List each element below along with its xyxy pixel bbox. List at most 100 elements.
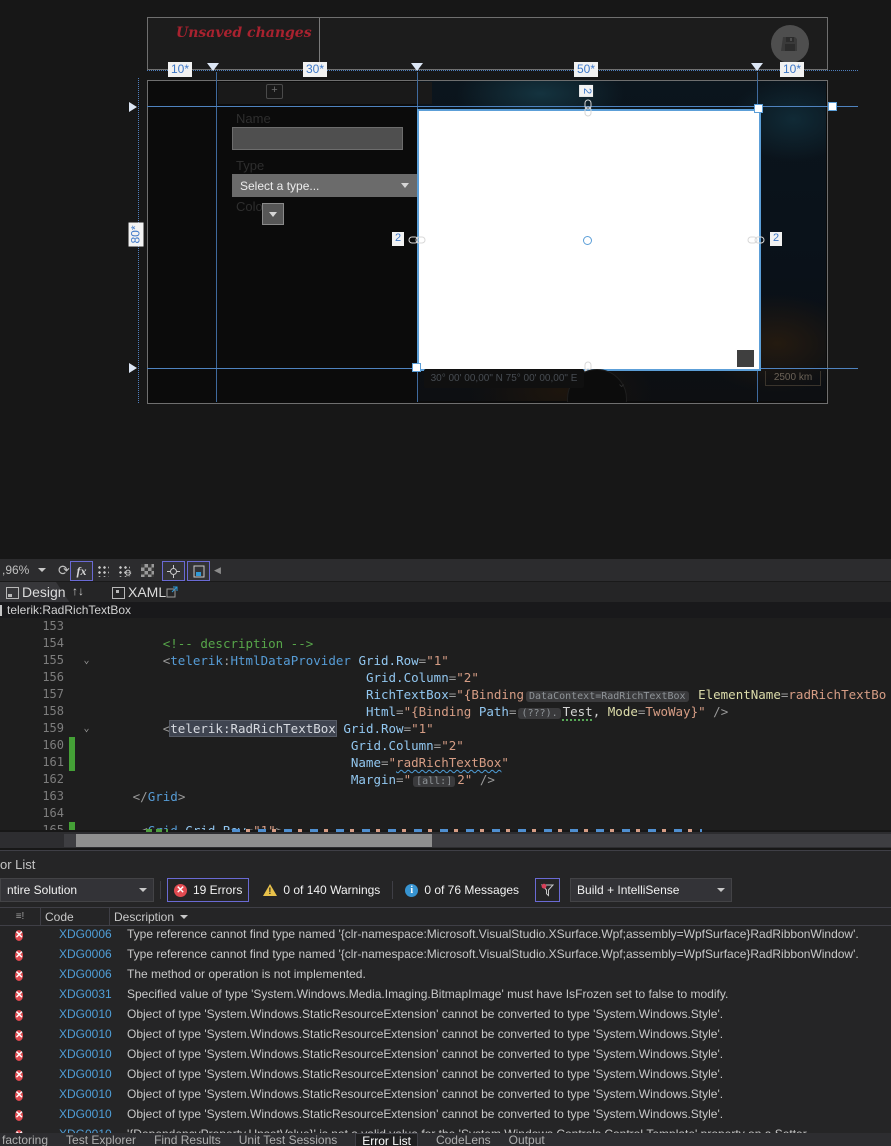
- code-line-158[interactable]: 158 Html="{Binding Path= (???). Test, Mode…: [0, 703, 891, 720]
- save-button[interactable]: [771, 25, 809, 63]
- margin-chain-icon[interactable]: [747, 234, 765, 246]
- error-code[interactable]: XDG0006: [55, 947, 123, 961]
- bottom-tab-test-explorer[interactable]: Test Explorer: [66, 1133, 136, 1146]
- error-row[interactable]: ✕ XDG0006 The method or operation is not i…: [0, 964, 891, 984]
- type-combobox-text: Select a type...: [240, 178, 320, 193]
- error-code[interactable]: XDG0010: [55, 1047, 123, 1061]
- error-row[interactable]: ✕ XDG0031 Specified value of type 'System.…: [0, 984, 891, 1004]
- color-dropdown-button[interactable]: [262, 203, 284, 225]
- popout-icon[interactable]: [166, 586, 179, 598]
- row-height-badge[interactable]: 80*: [128, 222, 144, 247]
- row-splitter-handle[interactable]: [129, 363, 137, 373]
- fold-chevron-icon[interactable]: ⌄: [78, 822, 95, 830]
- tab-design[interactable]: Design: [22, 584, 66, 600]
- filter-button[interactable]: [535, 878, 561, 902]
- code-line-154[interactable]: 154 <!-- description -->: [0, 635, 891, 652]
- refresh-icon[interactable]: ⟳: [58, 561, 70, 579]
- column-splitter-handle[interactable]: [751, 63, 763, 71]
- error-row[interactable]: ✕ XDG0010 Object of type 'System.Windows.S…: [0, 1064, 891, 1084]
- margin-chain-icon[interactable]: [408, 234, 426, 246]
- error-code[interactable]: XDG0010: [55, 1107, 123, 1121]
- code-line-162[interactable]: 162 Margin=" [all:] 2" />: [0, 771, 891, 788]
- tab-xaml[interactable]: XAML: [128, 584, 166, 600]
- margin-badge[interactable]: 2: [392, 232, 405, 246]
- selection-handle[interactable]: [828, 102, 837, 111]
- column-width-badge[interactable]: 50*: [574, 62, 599, 77]
- snaplines-toggle-button[interactable]: [162, 561, 185, 581]
- fold-chevron-icon: [78, 669, 95, 686]
- messages-filter-button[interactable]: i 0 of 76 Messages: [399, 879, 525, 901]
- snap-grid-settings-icon[interactable]: ⚙: [117, 561, 132, 579]
- type-combobox[interactable]: Select a type...: [232, 174, 417, 197]
- description-column-header[interactable]: Description: [110, 908, 891, 925]
- code-line-159[interactable]: 159 ⌄ <telerik:RadRichTextBox Grid.Row="1…: [0, 720, 891, 737]
- bottom-tab-unit-test-sessions[interactable]: Unit Test Sessions: [239, 1133, 338, 1146]
- scope-dropdown[interactable]: ntire Solution: [0, 878, 154, 902]
- change-bar: [69, 720, 75, 737]
- error-code[interactable]: XDG0006: [55, 967, 123, 981]
- code-line-155[interactable]: 155 ⌄ <telerik:HtmlDataProvider Grid.Row=…: [0, 652, 891, 669]
- collapse-left-icon[interactable]: ◀: [214, 561, 221, 579]
- code-line-164[interactable]: 164: [0, 805, 891, 822]
- column-width-badge[interactable]: 30*: [303, 62, 328, 77]
- code-line-156[interactable]: 156 Grid.Column="2": [0, 669, 891, 686]
- column-splitter-handle[interactable]: [207, 63, 219, 71]
- error-row[interactable]: ✕ XDG0010 Object of type 'System.Windows.S…: [0, 1004, 891, 1024]
- source-dropdown[interactable]: Build + IntelliSense: [570, 878, 733, 902]
- zoom-dropdown-caret[interactable]: [38, 561, 46, 579]
- code-line-163[interactable]: 163 </Grid>: [0, 788, 891, 805]
- error-code[interactable]: XDG0031: [55, 987, 123, 1001]
- margin-badge[interactable]: 2: [770, 232, 783, 246]
- breadcrumb[interactable]: telerik:RadRichTextBox: [7, 603, 131, 617]
- resize-grip[interactable]: [737, 350, 754, 367]
- error-row[interactable]: ✕ XDG0006 Type reference cannot find type …: [0, 944, 891, 964]
- code-line-157[interactable]: 157 RichTextBox="{Binding DataContext=Rad…: [0, 686, 891, 703]
- fold-chevron-icon[interactable]: ⌄: [78, 652, 95, 669]
- error-row[interactable]: ✕ XDG0010 Object of type 'System.Windows.S…: [0, 1044, 891, 1064]
- code-line-153[interactable]: 153: [0, 618, 891, 635]
- show-grid-icon[interactable]: [96, 561, 109, 579]
- column-width-badge[interactable]: 10*: [780, 62, 805, 77]
- fold-chevron-icon[interactable]: ⌄: [78, 720, 95, 737]
- designed-ribbon-area[interactable]: Unsaved changes: [147, 17, 828, 70]
- swap-panes-icon[interactable]: ↑↓: [72, 584, 84, 598]
- error-row[interactable]: ✕XDG0010'{DependencyProperty.UnsetValue}…: [0, 1124, 891, 1133]
- selection-handle[interactable]: [754, 104, 763, 113]
- fx-icon: fx: [76, 563, 87, 578]
- name-textbox[interactable]: [232, 127, 403, 150]
- code-column-header[interactable]: Code: [41, 908, 110, 925]
- bottom-tab-output[interactable]: Output: [509, 1133, 545, 1146]
- error-code[interactable]: XDG0010: [55, 1007, 123, 1021]
- code-line-160[interactable]: 160 Grid.Column="2": [0, 737, 891, 754]
- line-number: 154: [42, 636, 64, 650]
- effects-toggle-button[interactable]: fx: [70, 561, 93, 581]
- error-code[interactable]: XDG0010: [55, 1027, 123, 1041]
- margin-chain-icon[interactable]: [582, 99, 594, 117]
- column-width-badge[interactable]: 10*: [168, 62, 193, 77]
- error-row[interactable]: ✕ XDG0010 Object of type 'System.Windows.S…: [0, 1084, 891, 1104]
- add-folder-icon[interactable]: +: [266, 84, 283, 99]
- sort-caret-icon: [180, 914, 189, 919]
- column-splitter-handle[interactable]: [411, 63, 423, 71]
- error-code[interactable]: XDG0006: [55, 927, 123, 941]
- bottom-tab-find-results[interactable]: Find Results: [154, 1133, 221, 1146]
- error-row[interactable]: ✕ XDG0006 Type reference cannot find type …: [0, 924, 891, 944]
- error-row[interactable]: ✕ XDG0010 Object of type 'System.Windows.S…: [0, 1104, 891, 1124]
- annotations-toggle-button[interactable]: [187, 561, 210, 581]
- xaml-code-editor[interactable]: 153 154 <!-- description --> 155 ⌄ <telerik…: [0, 618, 891, 830]
- bottom-tab-codelens[interactable]: CodeLens: [436, 1133, 491, 1146]
- bottom-tab-error-list[interactable]: Error List: [355, 1132, 418, 1146]
- editor-hscrollbar-thumb[interactable]: [76, 834, 432, 847]
- designer-zoom-value[interactable]: ,96%: [2, 561, 29, 579]
- error-code[interactable]: XDG0010: [55, 1067, 123, 1081]
- margin-badge[interactable]: 2: [579, 84, 594, 98]
- error-code[interactable]: XDG0010: [55, 1087, 123, 1101]
- error-row[interactable]: ✕ XDG0010 Object of type 'System.Windows.S…: [0, 1024, 891, 1044]
- snapping-toggle-icon[interactable]: [141, 561, 154, 579]
- bottom-tab-factoring[interactable]: factoring: [2, 1133, 48, 1146]
- code-line-161[interactable]: 161 Name="radRichTextBox": [0, 754, 891, 771]
- severity-column-header[interactable]: ≡!: [0, 908, 41, 925]
- errors-filter-button[interactable]: ✕ 19 Errors: [167, 878, 250, 902]
- row-splitter-handle[interactable]: [129, 102, 137, 112]
- warnings-filter-button[interactable]: ! 0 of 140 Warnings: [257, 879, 386, 901]
